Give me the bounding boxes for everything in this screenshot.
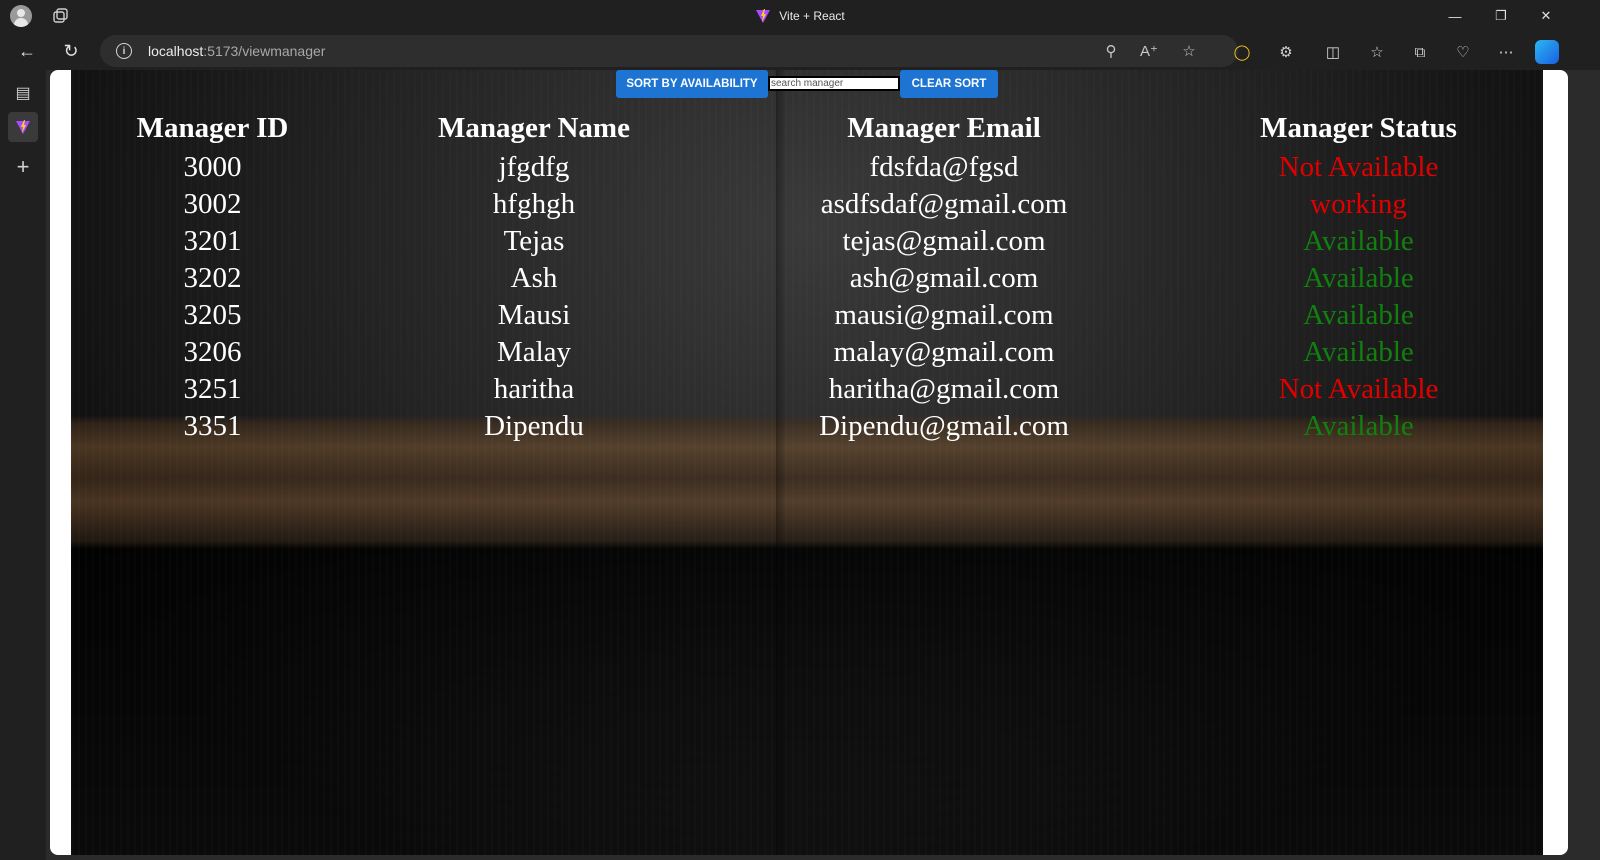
extensions-puzzle-icon[interactable]: ⚙ (1275, 41, 1297, 63)
manager-status-cell: Not Available (1278, 372, 1439, 405)
vite-tab-icon (16, 120, 30, 134)
manager-name-cell: Ash (510, 261, 558, 294)
manager-email-cell: fdsfda@fgsd (869, 150, 1019, 183)
manager-id-cell: 3205 (183, 298, 242, 331)
minimize-button[interactable]: — (1432, 0, 1478, 32)
address-bar[interactable]: i localhost:5173/viewmanager ⚲ A⁺ ☆ (100, 35, 1238, 67)
split-screen-icon[interactable]: ◫ (1322, 41, 1344, 63)
manager-email-cell: tejas@gmail.com (842, 224, 1046, 257)
new-tab-plus-icon[interactable]: + (8, 152, 38, 182)
table-row: 3206 Malay malay@gmail.com Available (71, 333, 1543, 370)
manager-id-cell: 3202 (183, 261, 242, 294)
title-bar: Vite + React — ❐ ✕ (0, 0, 1600, 32)
copilot-icon[interactable] (1535, 40, 1559, 64)
browser-essentials-icon[interactable]: ♡ (1452, 41, 1474, 63)
manager-name-cell: Tejas (503, 224, 565, 257)
manager-status-cell: Available (1303, 298, 1414, 331)
tab-vite-react[interactable] (8, 112, 38, 142)
manager-email-cell: haritha@gmail.com (828, 372, 1060, 405)
manager-table: Manager ID Manager Name Manager Email Ma… (71, 108, 1543, 444)
zoom-icon[interactable]: ⚲ (1102, 42, 1120, 60)
manager-status-cell: Available (1303, 335, 1414, 368)
page-viewport: SORT BY AVAILABILITY CLEAR SORT Manager … (50, 70, 1568, 855)
more-options-icon[interactable]: ⋯ (1495, 41, 1517, 63)
manager-status-cell: Available (1303, 261, 1414, 294)
manager-name-cell: Malay (496, 335, 572, 368)
clear-sort-button[interactable]: CLEAR SORT (900, 70, 998, 98)
manager-name-cell: Dipendu (484, 409, 584, 442)
manager-page: SORT BY AVAILABILITY CLEAR SORT Manager … (71, 70, 1543, 855)
vertical-tabs-sidebar: ▤ + (0, 70, 46, 860)
extension-ring-icon[interactable]: ◯ (1231, 41, 1253, 63)
manager-email-cell: ash@gmail.com (849, 261, 1039, 294)
header-manager-email: Manager Email (847, 111, 1041, 144)
manager-id-cell: 3206 (183, 335, 242, 368)
favorites-icon[interactable]: ☆ (1366, 41, 1388, 63)
manager-id-cell: 3351 (183, 409, 242, 442)
table-row: 3201 Tejas tejas@gmail.com Available (71, 222, 1543, 259)
manager-status-cell: Available (1303, 409, 1414, 442)
table-row: 3000 jfgdfg fdsfda@fgsd Not Available (71, 148, 1543, 185)
collections-icon[interactable]: ⧉ (1409, 41, 1431, 63)
table-header-row: Manager ID Manager Name Manager Email Ma… (71, 108, 1543, 148)
favorite-star-icon[interactable]: ☆ (1180, 42, 1198, 60)
manager-id-cell: 3002 (183, 187, 242, 220)
read-aloud-icon[interactable]: A⁺ (1140, 42, 1158, 60)
manager-email-cell: Dipendu@gmail.com (819, 409, 1069, 442)
vite-logo-icon (756, 9, 771, 23)
table-row: 3251 haritha haritha@gmail.com Not Avail… (71, 370, 1543, 407)
browser-toolbar: ← ↻ i localhost:5173/viewmanager ⚲ A⁺ ☆ … (0, 32, 1600, 70)
manager-name-cell: jfgdfg (498, 150, 570, 183)
back-button[interactable]: ← (12, 36, 42, 66)
header-manager-status: Manager Status (1260, 111, 1457, 144)
manager-email-cell: asdfsdaf@gmail.com (820, 187, 1068, 220)
site-info-icon[interactable]: i (116, 43, 132, 59)
table-row: 3202 Ash ash@gmail.com Available (71, 259, 1543, 296)
tab-actions-icon[interactable]: ▤ (8, 78, 38, 108)
sort-controls: SORT BY AVAILABILITY CLEAR SORT (616, 70, 998, 100)
search-manager-input[interactable] (768, 76, 900, 91)
manager-name-cell: haritha (493, 372, 575, 405)
sort-by-availability-button[interactable]: SORT BY AVAILABILITY (616, 70, 768, 98)
manager-email-cell: mausi@gmail.com (834, 298, 1054, 331)
manager-name-cell: hfghgh (492, 187, 576, 220)
header-manager-id: Manager ID (136, 111, 289, 144)
manager-status-cell: Not Available (1278, 150, 1439, 183)
header-manager-name: Manager Name (438, 111, 630, 144)
manager-name-cell: Mausi (497, 298, 571, 331)
manager-id-cell: 3251 (183, 372, 242, 405)
manager-status-cell: Available (1303, 224, 1414, 257)
table-row: 3205 Mausi mausi@gmail.com Available (71, 296, 1543, 333)
window-title: Vite + React (779, 9, 845, 23)
manager-email-cell: malay@gmail.com (833, 335, 1055, 368)
restore-button[interactable]: ❐ (1478, 0, 1524, 32)
table-row: 3351 Dipendu Dipendu@gmail.com Available (71, 407, 1543, 444)
refresh-button[interactable]: ↻ (56, 36, 86, 66)
manager-status-cell: working (1310, 187, 1407, 220)
window-title-area: Vite + React (0, 0, 1600, 32)
manager-id-cell: 3201 (183, 224, 242, 257)
url-text[interactable]: localhost:5173/viewmanager (148, 43, 325, 59)
manager-id-cell: 3000 (183, 150, 242, 183)
table-row: 3002 hfghgh asdfsdaf@gmail.com working (71, 185, 1543, 222)
close-window-button[interactable]: ✕ (1523, 0, 1569, 32)
